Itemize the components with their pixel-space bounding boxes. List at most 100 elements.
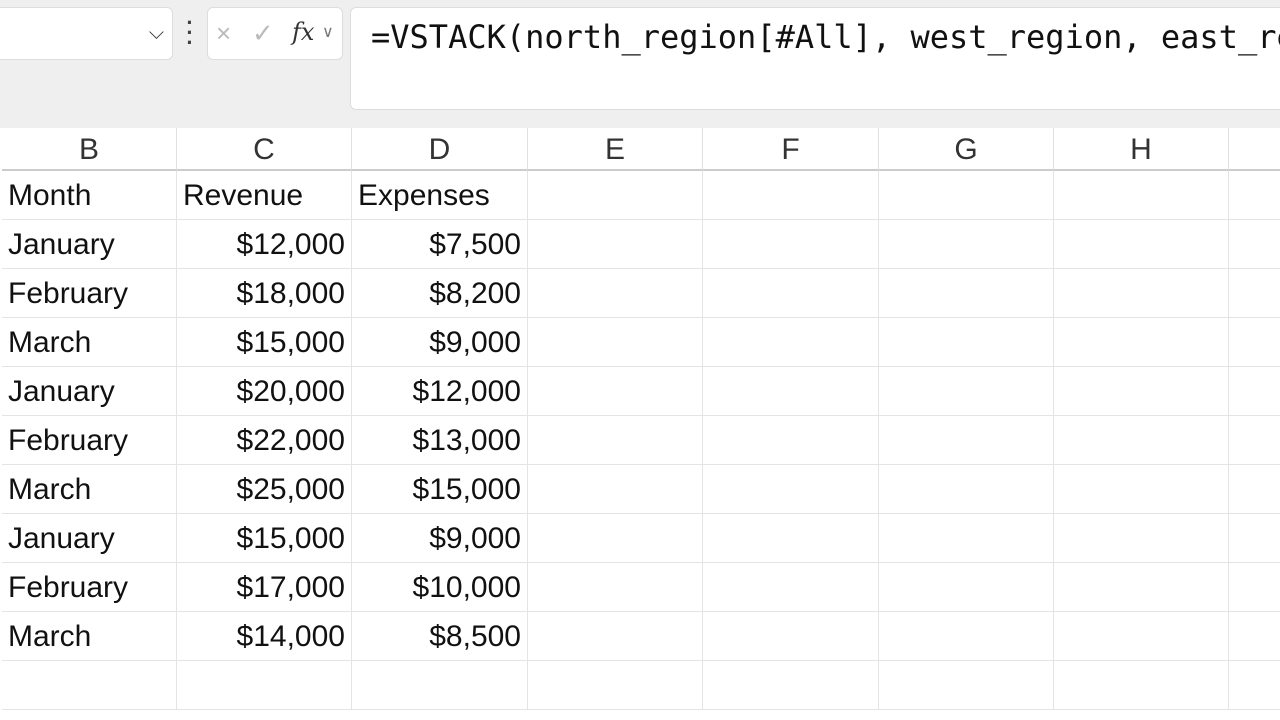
cell[interactable]: $8,200 [352, 269, 528, 318]
cell[interactable] [1229, 514, 1280, 563]
cell[interactable] [1229, 220, 1280, 269]
cell[interactable] [879, 171, 1054, 220]
cell[interactable]: Revenue [177, 171, 352, 220]
cell[interactable]: $8,500 [352, 612, 528, 661]
cell[interactable] [879, 318, 1054, 367]
cell[interactable]: $15,000 [177, 318, 352, 367]
column-header[interactable]: B [2, 128, 177, 171]
cell[interactable] [1054, 514, 1229, 563]
cell[interactable] [1054, 318, 1229, 367]
cell[interactable] [1229, 465, 1280, 514]
chevron-down-icon[interactable]: ∨ [322, 22, 334, 42]
cell[interactable]: $13,000 [352, 416, 528, 465]
cell[interactable] [1229, 318, 1280, 367]
cell[interactable]: March [2, 318, 177, 367]
chevron-down-icon[interactable]: ⌵ [149, 22, 164, 45]
cell[interactable] [528, 269, 703, 318]
column-header[interactable]: F [703, 128, 879, 171]
column-header[interactable] [1229, 128, 1280, 171]
cell[interactable] [879, 220, 1054, 269]
cell[interactable]: $12,000 [352, 367, 528, 416]
cell[interactable] [1054, 416, 1229, 465]
cell[interactable] [1054, 661, 1229, 710]
cell[interactable] [1229, 612, 1280, 661]
cell[interactable]: January [2, 514, 177, 563]
cell[interactable] [703, 171, 879, 220]
column-header[interactable]: D [352, 128, 528, 171]
column-header[interactable]: C [177, 128, 352, 171]
cell[interactable] [1229, 416, 1280, 465]
cell[interactable] [703, 612, 879, 661]
cell[interactable]: February [2, 416, 177, 465]
cell[interactable] [879, 367, 1054, 416]
more-options-icon[interactable]: · · · [184, 12, 196, 54]
cell[interactable] [1054, 171, 1229, 220]
column-header[interactable]: H [1054, 128, 1229, 171]
cell[interactable]: $7,500 [352, 220, 528, 269]
cell[interactable] [528, 563, 703, 612]
column-header[interactable]: E [528, 128, 703, 171]
cell[interactable] [703, 465, 879, 514]
cell[interactable] [1054, 563, 1229, 612]
formula-input[interactable]: =VSTACK(north_region[#All], west_region,… [350, 7, 1280, 110]
cell[interactable]: $10,000 [352, 563, 528, 612]
cell[interactable]: $15,000 [352, 465, 528, 514]
cell[interactable] [703, 220, 879, 269]
cell[interactable] [703, 514, 879, 563]
cell[interactable]: March [2, 612, 177, 661]
cell[interactable]: $22,000 [177, 416, 352, 465]
cell[interactable] [703, 563, 879, 612]
cell[interactable] [879, 661, 1054, 710]
cell[interactable] [703, 269, 879, 318]
cell[interactable] [1054, 465, 1229, 514]
cell[interactable]: $9,000 [352, 318, 528, 367]
cell[interactable] [703, 367, 879, 416]
cell[interactable] [1229, 269, 1280, 318]
cell[interactable] [528, 514, 703, 563]
cell[interactable]: $25,000 [177, 465, 352, 514]
cell[interactable] [1054, 269, 1229, 318]
cell[interactable] [703, 318, 879, 367]
cell[interactable]: March [2, 465, 177, 514]
cell[interactable]: Month [2, 171, 177, 220]
cell[interactable]: $18,000 [177, 269, 352, 318]
cell[interactable] [1054, 612, 1229, 661]
cell[interactable] [1229, 171, 1280, 220]
cell[interactable] [528, 318, 703, 367]
cell[interactable] [528, 220, 703, 269]
cell[interactable]: January [2, 220, 177, 269]
cell[interactable]: $9,000 [352, 514, 528, 563]
cell[interactable] [879, 514, 1054, 563]
cell[interactable] [177, 661, 352, 710]
cell[interactable] [528, 367, 703, 416]
name-box[interactable]: ⌵ [0, 7, 173, 60]
cell[interactable]: $17,000 [177, 563, 352, 612]
cell[interactable]: $12,000 [177, 220, 352, 269]
cell[interactable]: $14,000 [177, 612, 352, 661]
cell[interactable]: February [2, 563, 177, 612]
cell[interactable]: $15,000 [177, 514, 352, 563]
cell[interactable] [879, 612, 1054, 661]
cell[interactable] [2, 661, 177, 710]
column-header[interactable]: G [879, 128, 1054, 171]
cell[interactable] [1054, 220, 1229, 269]
cell[interactable]: February [2, 269, 177, 318]
cell[interactable] [1054, 367, 1229, 416]
cell[interactable] [879, 269, 1054, 318]
cell[interactable] [1229, 367, 1280, 416]
cell[interactable] [528, 416, 703, 465]
cell[interactable] [879, 416, 1054, 465]
cell[interactable] [1229, 563, 1280, 612]
enter-icon[interactable]: ✓ [252, 18, 274, 49]
cell[interactable] [352, 661, 528, 710]
cell[interactable] [703, 416, 879, 465]
cell[interactable] [528, 661, 703, 710]
cell[interactable] [1229, 661, 1280, 710]
cell[interactable] [528, 171, 703, 220]
cell[interactable] [703, 661, 879, 710]
cell[interactable] [528, 465, 703, 514]
cancel-icon[interactable]: × [216, 18, 231, 49]
insert-function-button[interactable]: fx [292, 18, 314, 46]
cell[interactable] [879, 563, 1054, 612]
cell[interactable]: $20,000 [177, 367, 352, 416]
